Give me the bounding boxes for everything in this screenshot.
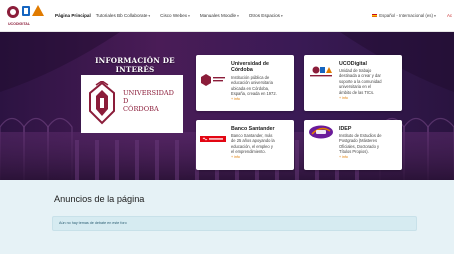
card-desc-line: ámbito de las TICs. <box>339 89 375 95</box>
card-idep[interactable]: IDEP Instituto de Estudios de Postgrado … <box>304 120 402 170</box>
uco-card-logo-icon <box>201 74 225 86</box>
ucodigital-card-logo-icon <box>310 66 332 77</box>
card-title: UCODigital <box>339 61 367 67</box>
nav-item-webex[interactable]: Cisco Webex▾ <box>160 13 195 18</box>
nav-item-bb-collaborate[interactable]: Tutoriales Bb Collaborate▾ <box>96 13 155 18</box>
card-description: Banco Santander, más de 25 años apoyando… <box>231 133 275 155</box>
card-title-line: IDEP <box>339 126 352 132</box>
idep-logo-icon <box>309 125 333 139</box>
top-navbar: UCODIGITAL Página Principal Tutoriales B… <box>0 0 454 32</box>
card-description: Institución pública de educación univers… <box>231 75 277 97</box>
main-nav: Página Principal Tutoriales Bb Collabora… <box>55 13 293 18</box>
card-title: Universidad de Córdoba <box>231 61 269 73</box>
uco-main-logo: UNIVERSIDAD D CÓRDOBA <box>81 75 183 133</box>
ucodigital-logo[interactable]: UCODIGITAL <box>4 3 50 29</box>
card-desc-line: el emprendimiento. <box>231 149 266 155</box>
nav-item-label: Manuales Moodle <box>199 13 237 18</box>
card-title: IDEP <box>339 126 351 132</box>
card-title: Banco Santander <box>231 126 275 132</box>
nav-item-moodle[interactable]: Manuales Moodle▾ <box>200 13 244 18</box>
chevron-down-icon: ▾ <box>280 14 283 18</box>
chevron-down-icon: ▾ <box>188 14 190 18</box>
uco-logo-text: UNIVERSIDAD D CÓRDOBA <box>123 89 181 113</box>
chevron-down-icon: ▾ <box>434 14 436 18</box>
announcements-empty-message: Aún no hay temas de debate en este foro <box>59 221 127 225</box>
chevron-down-icon: ▾ <box>237 14 239 18</box>
announcements-empty-alert: Aún no hay temas de debate en este foro <box>52 216 417 231</box>
card-desc-line: España, creada en 1972. <box>231 91 277 97</box>
hero-banner: INFORMACIÓN DE INTERÉS UNIVERSIDAD D CÓR… <box>0 32 454 180</box>
santander-logo-icon <box>200 136 226 142</box>
card-title-line: Banco Santander <box>231 126 275 132</box>
login-link[interactable]: Ac <box>447 13 452 18</box>
card-title-line: Córdoba <box>231 67 253 73</box>
nav-item-home[interactable]: Página Principal <box>55 13 91 18</box>
uco-logo-line: CÓRDOBA <box>123 105 159 113</box>
uco-logo-line: UNIVERSIDAD <box>123 89 174 97</box>
flag-icon <box>372 14 377 18</box>
logo-text: UCODIGITAL <box>7 22 31 26</box>
card-desc-line: Títulos Propios). <box>339 149 369 155</box>
card-uco[interactable]: Universidad de Córdoba Institución públi… <box>196 55 294 111</box>
nav-item-label: Cisco Webex <box>160 13 188 18</box>
announcements-section: Anuncios de la página Aún no hay temas d… <box>0 180 454 254</box>
university-crest-icon <box>89 81 115 125</box>
card-description: Unidad de trabajo destinada a crear y da… <box>339 68 382 95</box>
card-title-line: UCODigital <box>339 61 367 67</box>
uco-logo-line: D <box>123 97 129 105</box>
card-more-link[interactable]: + info <box>231 155 240 159</box>
card-santander[interactable]: Banco Santander Banco Santander, más de … <box>196 120 294 170</box>
card-ucodigital[interactable]: UCODigital Unidad de trabajo destinada a… <box>304 55 402 111</box>
announcements-title: Anuncios de la página <box>54 194 145 204</box>
nav-item-label: Tutoriales Bb Collaborate <box>95 13 148 18</box>
card-more-link[interactable]: + info <box>339 96 348 100</box>
card-more-link[interactable]: + info <box>339 155 348 159</box>
card-description: Instituto de Estudios de Postgrado (Mást… <box>339 133 382 155</box>
language-selector[interactable]: Español - Internacional (es) ▾ <box>372 13 436 18</box>
nav-item-otros[interactable]: Otros Espacios▾ <box>249 13 288 18</box>
language-label: Español - Internacional (es) <box>379 13 433 18</box>
chevron-down-icon: ▾ <box>148 14 151 18</box>
card-more-link[interactable]: + info <box>231 97 240 101</box>
nav-item-label: Otros Espacios <box>248 13 280 18</box>
hero-title: INFORMACIÓN DE INTERÉS <box>95 56 175 74</box>
